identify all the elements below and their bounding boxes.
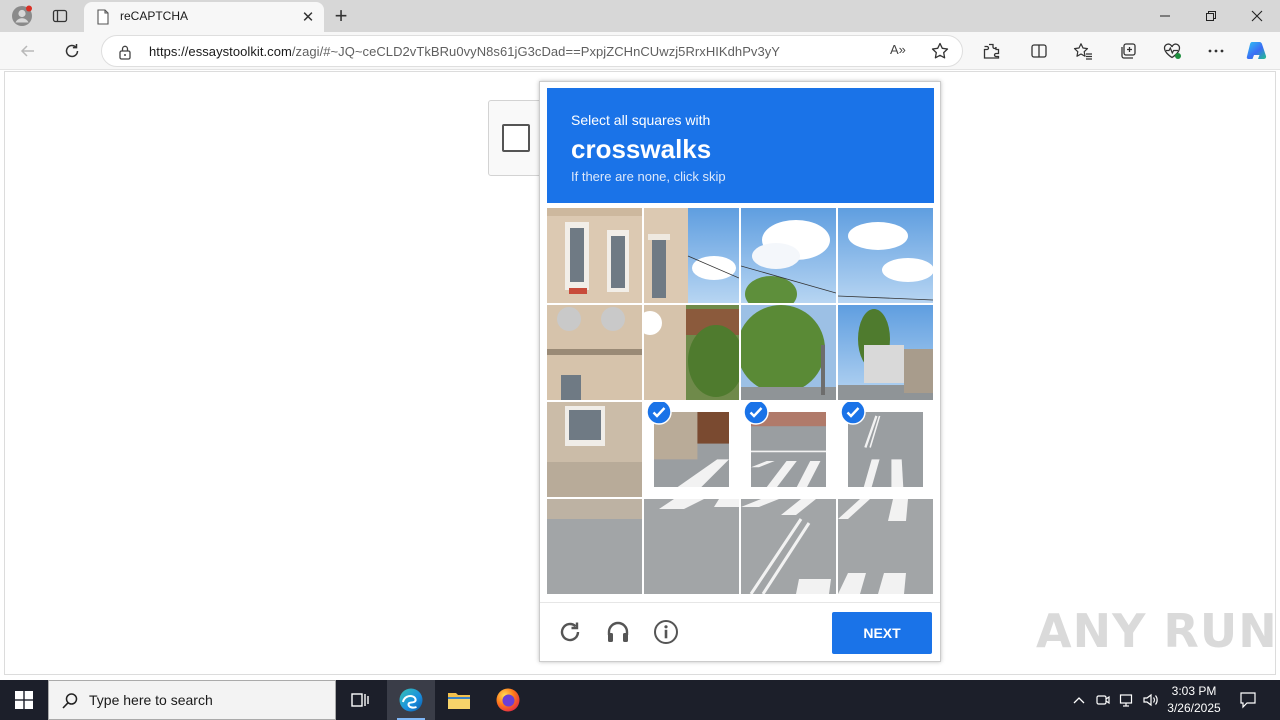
file-explorer-icon[interactable]: [435, 680, 483, 720]
address-bar[interactable]: https://essaystoolkit.com/zagi/#~JQ~ceCL…: [101, 35, 963, 67]
grid-tile-r1-c2[interactable]: [644, 208, 739, 303]
sky-clouds-image: [741, 208, 836, 303]
grid-tile-r3-c2[interactable]: [644, 402, 739, 497]
road-crosswalk-image: [838, 499, 933, 594]
grid-tile-r4-c4[interactable]: [838, 499, 933, 594]
add-favorite-star-icon[interactable]: [930, 41, 950, 61]
lock-icon[interactable]: [118, 44, 132, 60]
next-button[interactable]: NEXT: [832, 612, 932, 654]
copilot-icon[interactable]: [1243, 37, 1271, 65]
info-icon[interactable]: [650, 616, 682, 648]
url-text[interactable]: https://essaystoolkit.com/zagi/#~JQ~ceCL…: [149, 44, 780, 59]
captcha-challenge-dialog: Select all squares with crosswalks If th…: [539, 81, 941, 662]
extensions-icon[interactable]: [977, 37, 1005, 65]
close-tab-icon[interactable]: ✕: [298, 7, 318, 27]
task-view-icon[interactable]: [336, 680, 384, 720]
edge-browser-icon[interactable]: [387, 680, 435, 720]
clock-date: 3/26/2025: [1167, 701, 1221, 715]
grid-tile-r3-c1[interactable]: [547, 402, 642, 497]
volume-icon[interactable]: [1140, 680, 1162, 720]
grid-tile-r4-c1[interactable]: [547, 499, 642, 594]
truck-road-image: [838, 305, 933, 400]
instruction-keyword: crosswalks: [571, 134, 712, 164]
minimize-icon[interactable]: [1142, 0, 1188, 32]
grid-tile-r2-c1[interactable]: [547, 305, 642, 400]
grid-tile-r3-c4[interactable]: [838, 402, 933, 497]
grid-tile-r4-c3[interactable]: [741, 499, 836, 594]
split-screen-icon[interactable]: [1025, 37, 1053, 65]
read-aloud-icon[interactable]: A»: [890, 42, 906, 57]
collections-icon[interactable]: [1114, 37, 1142, 65]
image-grid: [547, 208, 934, 595]
road-crosswalk-image: [741, 499, 836, 594]
building-sky-image: [644, 208, 739, 303]
tab-title: reCAPTCHA: [120, 9, 189, 23]
browser-nav-bar: https://essaystoolkit.com/zagi/#~JQ~ceCL…: [0, 32, 1280, 70]
tab-actions-icon[interactable]: [46, 4, 74, 28]
favorites-icon[interactable]: [1069, 37, 1097, 65]
checkmark-icon: [646, 402, 672, 425]
taskbar-clock[interactable]: 3:03 PM 3/26/2025: [1164, 683, 1224, 717]
taskbar-search-box[interactable]: Type here to search: [48, 680, 336, 720]
search-placeholder: Type here to search: [89, 692, 213, 708]
trees-road-image: [741, 305, 836, 400]
more-options-icon[interactable]: [1202, 37, 1230, 65]
tab-recaptcha[interactable]: reCAPTCHA ✕: [84, 2, 324, 32]
firefox-icon[interactable]: [484, 680, 532, 720]
recaptcha-checkbox[interactable]: [502, 124, 530, 152]
close-window-icon[interactable]: [1234, 0, 1280, 32]
profile-icon[interactable]: [8, 4, 36, 28]
show-hidden-icons-chevron-icon[interactable]: [1068, 680, 1090, 720]
meet-now-icon[interactable]: [1092, 680, 1114, 720]
building-image: [547, 208, 642, 303]
checkmark-icon: [743, 402, 769, 425]
network-icon[interactable]: [1116, 680, 1138, 720]
grid-tile-r1-c4[interactable]: [838, 208, 933, 303]
challenge-header: Select all squares with crosswalks If th…: [547, 88, 934, 203]
grid-tile-r2-c2[interactable]: [644, 305, 739, 400]
refresh-icon[interactable]: [58, 37, 86, 65]
new-tab-icon[interactable]: +: [328, 3, 354, 28]
back-arrow-icon[interactable]: [14, 37, 42, 65]
reload-icon[interactable]: [554, 616, 586, 648]
road-crosswalk-image: [644, 499, 739, 594]
restore-icon[interactable]: [1188, 0, 1234, 32]
grid-tile-r2-c3[interactable]: [741, 305, 836, 400]
instruction-text: Select all squares with: [571, 112, 711, 128]
audio-challenge-icon[interactable]: [602, 616, 634, 648]
clock-time: 3:03 PM: [1171, 684, 1217, 698]
grid-tile-r3-c3[interactable]: [741, 402, 836, 497]
building-window-image: [547, 402, 642, 497]
sky-clouds-image: [838, 208, 933, 303]
search-icon: [62, 693, 78, 709]
grid-tile-r1-c1[interactable]: [547, 208, 642, 303]
watermark-logo: ANY RUN: [1036, 604, 1278, 658]
grid-tile-r2-c4[interactable]: [838, 305, 933, 400]
building-satellite-image: [547, 305, 642, 400]
road-image: [547, 499, 642, 594]
grid-tile-r1-c3[interactable]: [741, 208, 836, 303]
browser-tab-bar: reCAPTCHA ✕ +: [0, 0, 1280, 32]
building-trees-image: [644, 305, 739, 400]
skip-hint-text: If there are none, click skip: [571, 169, 726, 184]
notifications-icon[interactable]: [1232, 680, 1264, 720]
page-icon: [97, 9, 109, 25]
taskbar: Type here to search 3:03 PM 3/26/2025: [0, 680, 1280, 720]
checkmark-icon: [840, 402, 866, 425]
challenge-footer: NEXT: [540, 602, 940, 662]
browser-essentials-icon[interactable]: [1158, 37, 1186, 65]
windows-start-icon[interactable]: [0, 680, 48, 720]
grid-tile-r4-c2[interactable]: [644, 499, 739, 594]
